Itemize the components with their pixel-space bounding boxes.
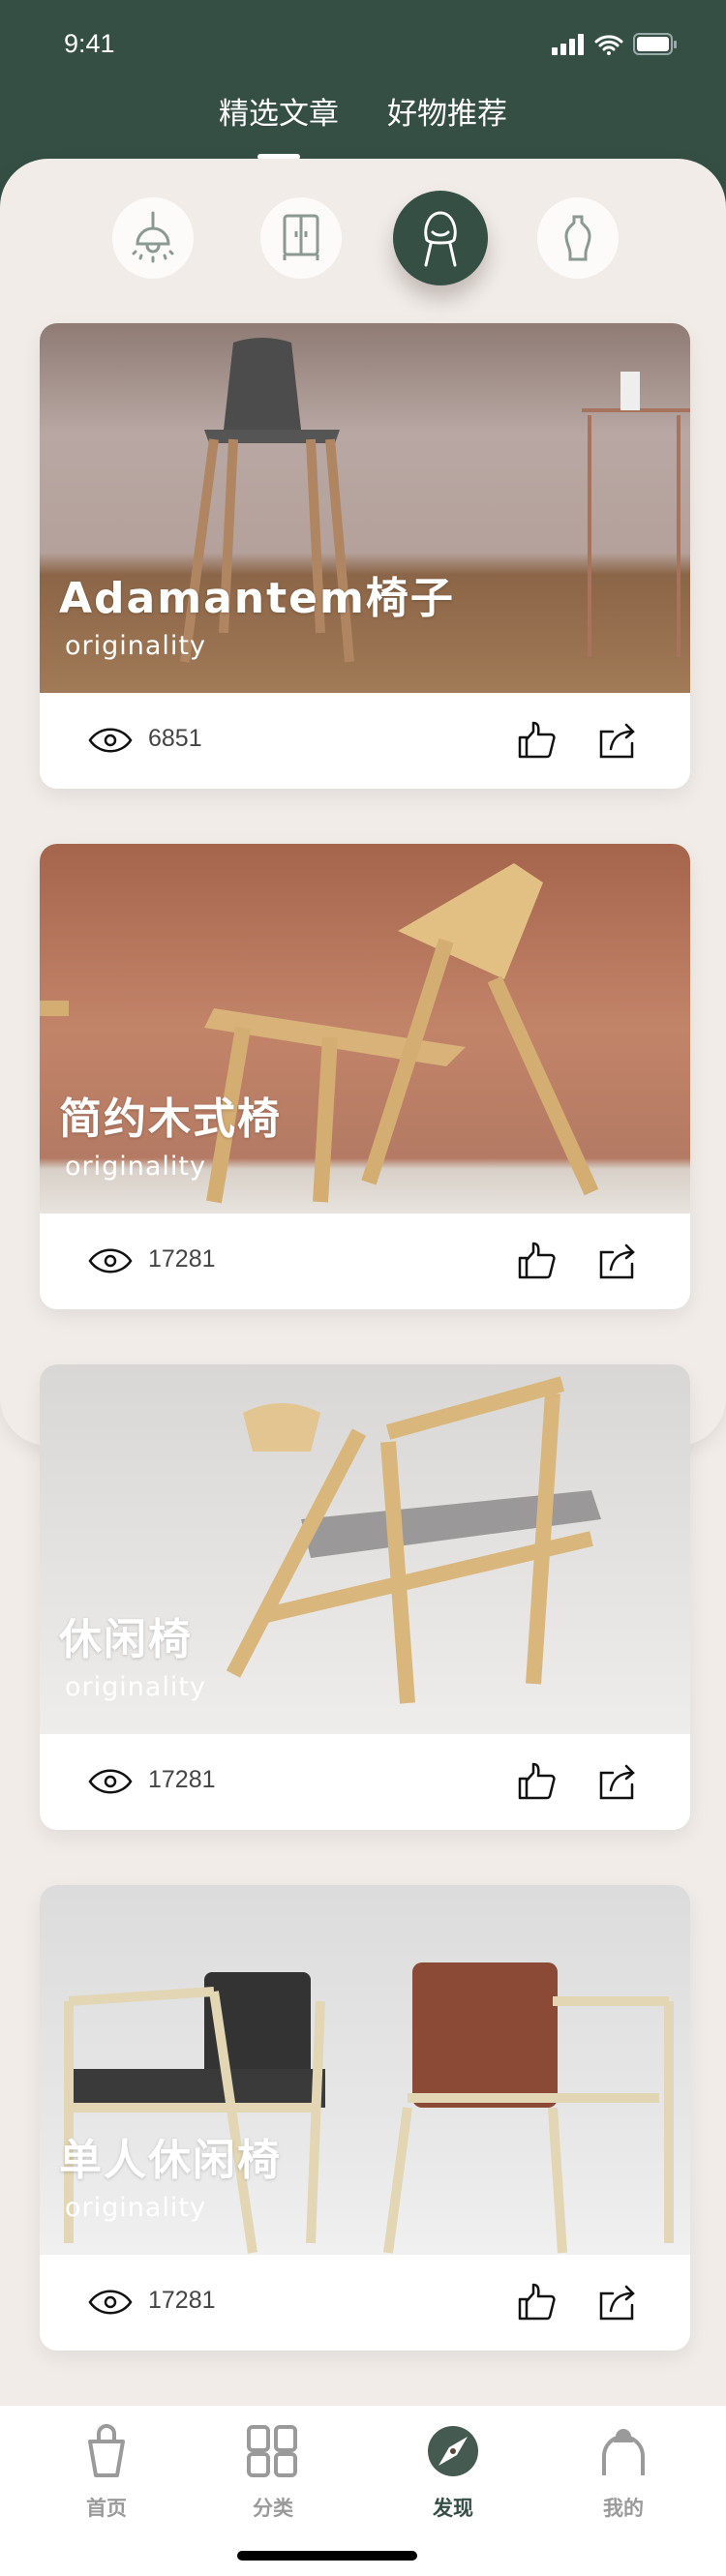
status-time: 9:41 (64, 29, 115, 58)
article-title: 简约木式椅 (59, 1094, 282, 1144)
share-icon[interactable] (597, 1241, 638, 1281)
category-chair[interactable] (393, 191, 488, 285)
wardrobe-icon (283, 214, 319, 260)
vase-icon (564, 215, 591, 261)
article-image: 休闲椅 originality (40, 1364, 690, 1734)
profile-icon (602, 2429, 645, 2475)
compass-icon (428, 2426, 478, 2476)
article-card[interactable]: 休闲椅 originality 17281 (40, 1364, 690, 1830)
share-icon[interactable] (597, 720, 638, 761)
card-footer: 17281 (40, 1213, 690, 1309)
card-footer: 17281 (40, 2255, 690, 2351)
tab-label: 我的 (603, 2497, 644, 2520)
like-icon[interactable] (516, 720, 557, 761)
category-lamp[interactable] (112, 197, 194, 279)
tab-featured-articles[interactable]: 精选文章 (219, 89, 339, 133)
article-title: 单人休闲椅 (59, 2136, 282, 2185)
battery-icon (633, 33, 677, 55)
article-subtitle: originality (65, 2193, 206, 2223)
article-subtitle: originality (65, 1152, 206, 1182)
tab-category[interactable]: 分类 (215, 2406, 331, 2522)
grid-icon (247, 2425, 297, 2477)
article-subtitle: originality (65, 631, 206, 661)
tab-home[interactable]: 首页 (48, 2406, 165, 2522)
eye-icon (88, 728, 133, 753)
status-icons (552, 33, 678, 56)
like-icon[interactable] (516, 1761, 557, 1802)
lamp-icon (132, 211, 174, 263)
like-icon[interactable] (516, 2282, 557, 2322)
category-wardrobe[interactable] (260, 197, 342, 279)
eye-icon (88, 2290, 133, 2315)
tab-profile[interactable]: 我的 (565, 2406, 681, 2522)
category-vase[interactable] (537, 197, 619, 279)
shopping-bag-icon (88, 2424, 125, 2477)
article-image: 简约木式椅 originality (40, 844, 690, 1213)
view-count: 17281 (148, 2287, 216, 2314)
view-count: 6851 (148, 725, 202, 752)
top-tabs: 精选文章 好物推荐 (0, 89, 726, 133)
article-image: 单人休闲椅 originality (40, 1885, 690, 2255)
like-icon[interactable] (516, 1241, 557, 1281)
signal-icon (552, 34, 584, 55)
article-card[interactable]: Adamantem椅子 originality 6851 (40, 323, 690, 789)
card-footer: 6851 (40, 693, 690, 789)
tab-label: 发现 (433, 2497, 473, 2520)
article-card[interactable]: 单人休闲椅 originality 17281 (40, 1885, 690, 2351)
tab-label: 首页 (86, 2497, 127, 2520)
eye-icon (88, 1769, 133, 1794)
card-footer: 17281 (40, 1734, 690, 1830)
article-title: 休闲椅 (59, 1615, 193, 1664)
tab-recommended-goods[interactable]: 好物推荐 (387, 89, 507, 133)
wifi-icon (594, 35, 623, 55)
home-indicator (237, 2551, 417, 2561)
view-count: 17281 (148, 1245, 216, 1273)
chair-icon (424, 211, 457, 267)
eye-icon (88, 1248, 133, 1273)
tab-discover[interactable]: 发现 (395, 2406, 511, 2522)
article-subtitle: originality (65, 1672, 206, 1702)
share-icon[interactable] (597, 2282, 638, 2322)
share-icon[interactable] (597, 1761, 638, 1802)
article-title: Adamantem椅子 (59, 574, 455, 623)
view-count: 17281 (148, 1766, 216, 1793)
article-image: Adamantem椅子 originality (40, 323, 690, 693)
tab-label: 分类 (253, 2497, 293, 2520)
article-card[interactable]: 简约木式椅 originality 17281 (40, 844, 690, 1309)
